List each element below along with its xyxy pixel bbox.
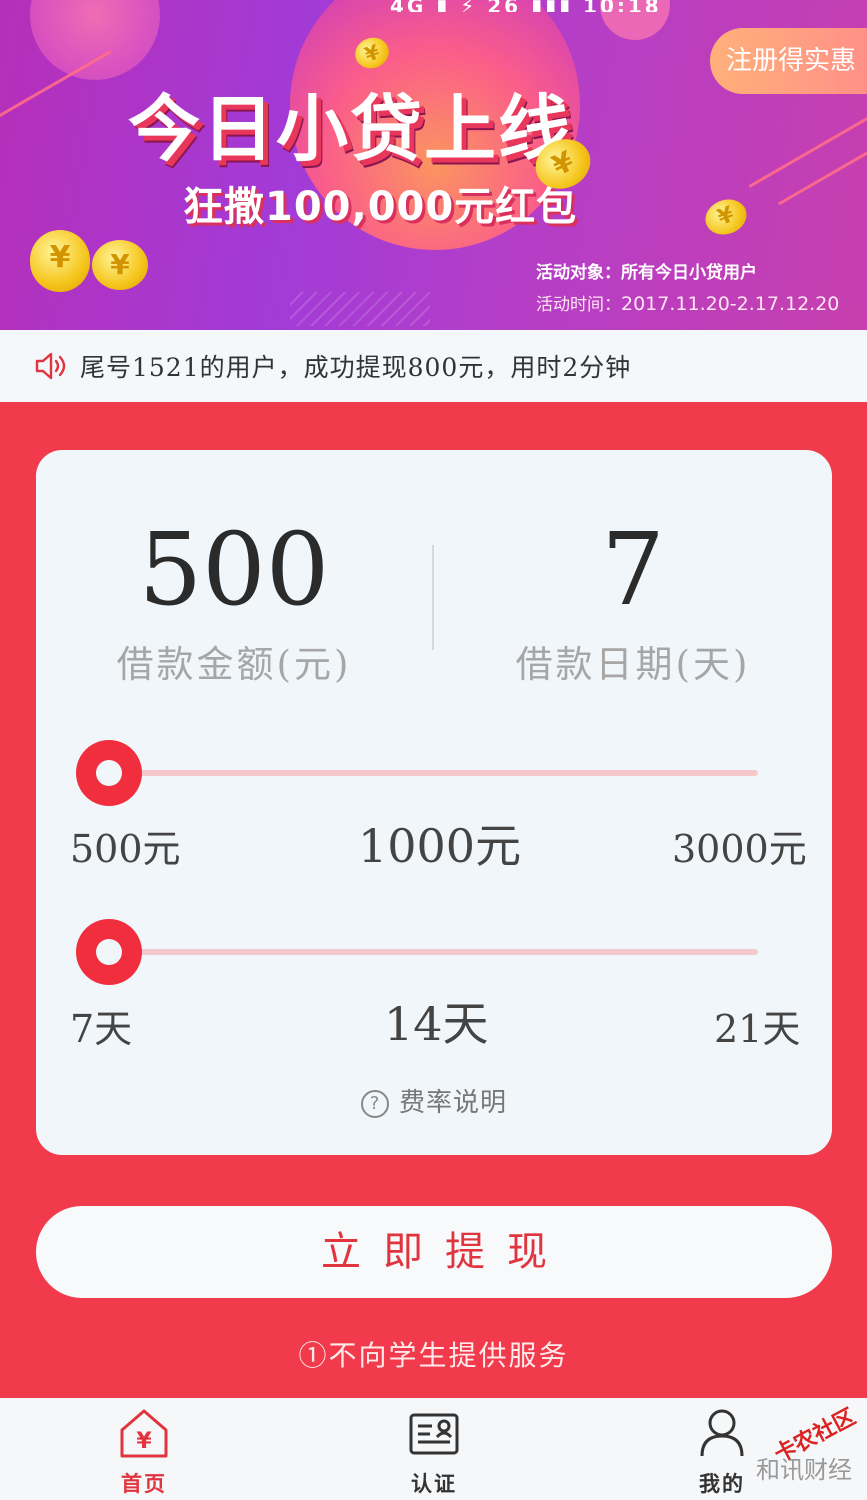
id-card-icon: [409, 1413, 459, 1455]
tab-certification[interactable]: 认证: [374, 1406, 494, 1498]
stat-divider: [432, 545, 434, 650]
coin-stack-icon: ¥: [30, 230, 90, 292]
days-tick-max: 21天: [714, 1007, 801, 1051]
fee-explanation-label: 费率说明: [398, 1088, 507, 1118]
days-slider-track[interactable]: [106, 949, 758, 955]
days-tick-mid: 14天: [384, 997, 489, 1051]
register-badge[interactable]: 注册得实惠: [710, 28, 867, 94]
user-icon: [700, 1409, 744, 1457]
loan-days-label: 借款日期(天): [515, 643, 751, 686]
amount-slider-track[interactable]: [106, 770, 758, 776]
amount-slider[interactable]: [76, 738, 758, 808]
activity-audience: 活动对象：所有今日小贷用户: [536, 263, 757, 283]
notice-text: 尾号1521的用户，成功提现800元，用时2分钟: [80, 353, 632, 382]
promo-banner[interactable]: 4G ▮ ⚡ 26 ▮▮▮ 10:18 今日小贷上线 狂撒100,000元红包 …: [0, 0, 867, 330]
amount-slider-thumb[interactable]: [76, 740, 142, 806]
bottom-tab-bar: ¥ 首页 认证 我的: [0, 1398, 867, 1500]
days-tick-min: 7天: [70, 1007, 133, 1051]
speaker-icon: [35, 352, 66, 380]
banner-decor-bubble: [30, 0, 160, 80]
loan-calculator-card: 500 借款金额(元) 7 借款日期(天) 500元 1000元 3000元 7…: [36, 450, 832, 1155]
amount-tick-min: 500元: [70, 827, 181, 871]
tab-home-label: 首页: [121, 1471, 167, 1496]
banner-stripe: [777, 137, 867, 206]
question-circle-icon: ?: [360, 1090, 389, 1118]
banner-subtitle: 狂撒100,000元红包: [183, 184, 578, 230]
watermark: 和讯财经 卡农社区: [750, 1405, 865, 1498]
svg-text:¥: ¥: [136, 1429, 152, 1454]
banner-zigzag-decor: [290, 292, 430, 326]
coin-icon: ¥: [92, 240, 148, 290]
loan-days-value: 7: [601, 511, 665, 628]
loan-days-display: 7 借款日期(天): [483, 510, 783, 688]
loan-amount-value: 500: [138, 511, 330, 628]
banner-stripe: [748, 115, 867, 188]
amount-tick-mid: 1000元: [358, 819, 522, 873]
withdraw-notice-bar: 尾号1521的用户，成功提现800元，用时2分钟: [0, 330, 867, 402]
days-slider-thumb[interactable]: [76, 919, 142, 985]
tab-home[interactable]: ¥ 首页: [84, 1406, 204, 1498]
loan-amount-label: 借款金额(元): [116, 643, 352, 686]
home-yen-icon: ¥: [120, 1409, 168, 1458]
days-slider[interactable]: [76, 917, 758, 987]
loan-amount-display: 500 借款金额(元): [84, 510, 384, 688]
student-service-notice: ①不向学生提供服务: [298, 1339, 569, 1372]
status-bar: 4G ▮ ⚡ 26 ▮▮▮ 10:18: [390, 0, 662, 12]
tab-certification-label: 认证: [411, 1471, 457, 1496]
coin-icon: ¥: [700, 193, 752, 241]
fee-explanation-link[interactable]: ? 费率说明: [36, 1082, 832, 1119]
activity-period: 活动时间：2017.11.20-2.17.12.20: [536, 293, 840, 315]
banner-title: 今日小贷上线: [128, 87, 573, 171]
withdraw-now-button[interactable]: 立即提现: [36, 1206, 832, 1298]
amount-tick-max: 3000元: [672, 827, 807, 871]
